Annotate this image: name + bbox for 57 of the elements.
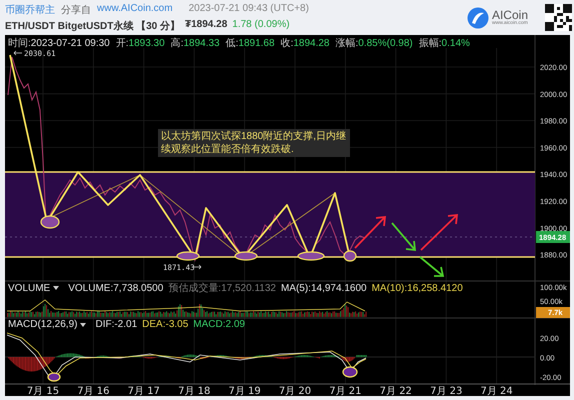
date-axis-label: 7月 16 <box>77 386 110 396</box>
annotation-note: 以太坊第四次试探1880附近的支撑,日内继续观察此位置能否倍有效跌破. <box>158 129 350 157</box>
ohlc-label: 振幅: <box>418 37 442 50</box>
down-arrow-icon <box>419 256 444 277</box>
highlight-ellipse <box>47 372 61 382</box>
date-axis-label: 7月 24 <box>480 386 513 396</box>
symbol-title: ETH/USDT BitgetUSDT永续 【30 分】 <box>5 19 180 32</box>
ohlc-value: 1894.33 <box>183 38 220 48</box>
macd-selector[interactable]: MACD(12,26,9) <box>8 319 86 330</box>
caret-icon <box>80 322 86 326</box>
highlight-ellipse <box>343 250 357 262</box>
ohlc-value: 1894.28 <box>293 38 330 48</box>
ohlc-label: 时间: <box>8 36 31 50</box>
up-arrow-icon <box>354 216 386 249</box>
share-label: 分享自 <box>61 4 91 16</box>
last-price: ₮1894.28 <box>185 18 228 32</box>
ohlc-value: 1891.68 <box>238 38 275 48</box>
ohlc-label: 收: <box>280 37 294 50</box>
right-arrow-icon <box>192 264 202 270</box>
logo-icon <box>466 6 489 28</box>
date-axis-label: 7月 20 <box>278 386 312 396</box>
left-arrow-icon <box>14 50 22 56</box>
volume-stat: MA(5):14,974.1600 <box>280 282 367 294</box>
volume-stat: VOLUME:7,738.0500 <box>68 282 164 294</box>
ohlc-label: 高: <box>170 36 184 50</box>
ohlc-value: 0.14% <box>442 38 470 48</box>
volume-stat: MA(10):16,258.4120 <box>372 282 463 294</box>
date-axis-label: 7月 23 <box>430 386 462 396</box>
volume-stat: 预估成交量:17,520.1132 <box>168 282 276 295</box>
macd-stat: MACD:2.09 <box>193 319 245 330</box>
date-axis-label: 7月 15 <box>26 386 60 396</box>
ohlc-label: 低: <box>226 37 238 50</box>
ohlc-label: 涨幅: <box>336 36 358 50</box>
date-axis-label: 7月 21 <box>329 386 362 396</box>
highlight-ellipse <box>297 251 325 261</box>
highlight-ellipse <box>342 366 358 378</box>
highlight-ellipse <box>234 251 258 261</box>
ohlc-value: 1893.30 <box>128 38 165 48</box>
logo-name: AICoin <box>492 9 528 21</box>
timestamp: 2023-07-21 09:43 (UTC+8) <box>188 2 309 16</box>
up-arrow-icon <box>420 214 458 251</box>
date-axis-label: 7月 22 <box>380 386 412 396</box>
highlight-ellipse <box>40 215 60 229</box>
date-axis-label: 7月 18 <box>178 386 210 396</box>
date-axis-label: 7月 17 <box>128 386 160 396</box>
caret-icon <box>53 286 60 290</box>
price-change: 1.78 (0.09%) <box>232 18 290 32</box>
down-arrow-icon <box>391 222 416 252</box>
date-axis-label: 7月 19 <box>228 386 261 396</box>
ohlc-value: 2023-07-21 09:30 <box>30 38 110 48</box>
highlight-ellipse <box>176 251 200 261</box>
macd-stat: DIF:-2.01 <box>95 319 138 330</box>
ohlc-label: 开: <box>116 37 129 50</box>
volume-selector[interactable]: VOLUME <box>8 282 60 294</box>
macd-stat: DEA:-3.05 <box>142 319 188 330</box>
ohlc-value: 0.85%(0.98) <box>358 38 413 48</box>
qr-code-icon <box>545 4 572 31</box>
